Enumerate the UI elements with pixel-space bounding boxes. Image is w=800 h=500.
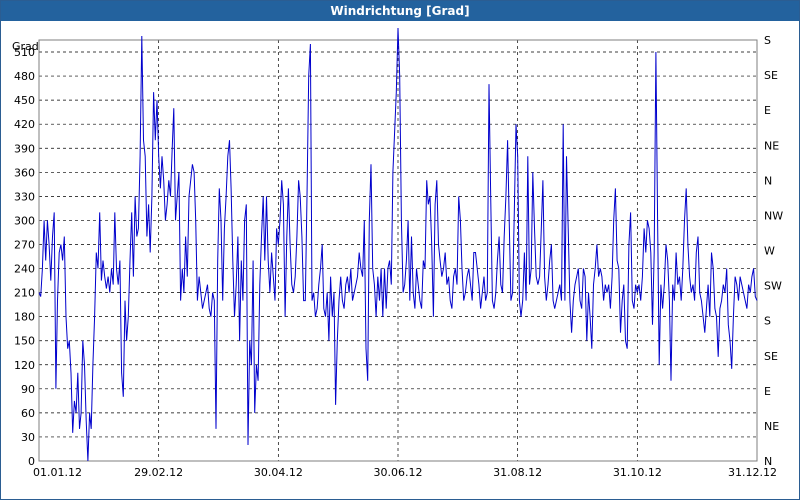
y-tick-label: 90 bbox=[21, 383, 35, 396]
y2-tick-label: SW bbox=[764, 280, 782, 293]
y-tick-label: 30 bbox=[21, 431, 35, 444]
y-tick-label: 240 bbox=[14, 263, 35, 276]
y2-tick-label: S bbox=[764, 34, 771, 47]
x-tick-label: 31.12.12 bbox=[728, 466, 777, 479]
x-tick-label: 29.02.12 bbox=[134, 466, 183, 479]
y2-tick-label: E bbox=[764, 385, 771, 398]
y-tick-label: 150 bbox=[14, 335, 35, 348]
y2-tick-label: NE bbox=[764, 420, 779, 433]
y2-tick-label: N bbox=[764, 174, 772, 187]
y-tick-label: 420 bbox=[14, 118, 35, 131]
y-tick-label: 300 bbox=[14, 214, 35, 227]
x-tick-label: 30.04.12 bbox=[254, 466, 303, 479]
y2-tick-label: SE bbox=[764, 350, 778, 363]
y-tick-label: 330 bbox=[14, 190, 35, 203]
y2-axis-ticks: NNEESESSWWNWNNEESES bbox=[764, 34, 783, 468]
y-tick-label: 390 bbox=[14, 142, 35, 155]
y2-tick-label: NE bbox=[764, 139, 779, 152]
y-tick-label: 270 bbox=[14, 238, 35, 251]
y-tick-label: 360 bbox=[14, 166, 35, 179]
x-tick-label: 31.10.12 bbox=[613, 466, 662, 479]
y2-tick-label: E bbox=[764, 104, 771, 117]
y-tick-label: 210 bbox=[14, 287, 35, 300]
y-tick-label: 450 bbox=[14, 94, 35, 107]
y-tick-label: 510 bbox=[14, 46, 35, 59]
y2-tick-label: SE bbox=[764, 69, 778, 82]
y2-tick-label: W bbox=[764, 245, 775, 258]
x-tick-label: 31.08.12 bbox=[493, 466, 542, 479]
x-axis-ticks: 01.01.12 29.02.12 30.04.12 30.06.12 31.08.12… bbox=[33, 466, 777, 479]
grid-lines bbox=[39, 40, 757, 462]
x-tick-label: 01.01.12 bbox=[33, 466, 82, 479]
y2-tick-label: S bbox=[764, 315, 771, 328]
x-tick-label: 30.06.12 bbox=[374, 466, 423, 479]
y-tick-label: 480 bbox=[14, 70, 35, 83]
y-tick-label: 120 bbox=[14, 359, 35, 372]
wind-direction-chart: Grad 03060901201501802102402703003303603… bbox=[12, 27, 783, 479]
y-tick-label: 180 bbox=[14, 311, 35, 324]
y-tick-label: 60 bbox=[21, 407, 35, 420]
y-axis-ticks: 0306090120150180210240270300330360390420… bbox=[14, 46, 35, 468]
y2-tick-label: NW bbox=[764, 209, 783, 222]
